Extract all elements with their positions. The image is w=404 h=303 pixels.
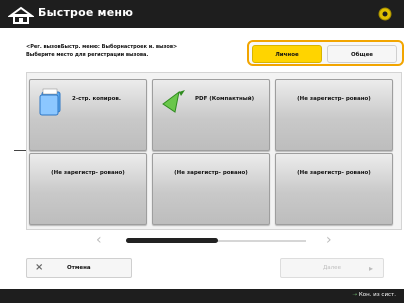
tile-label: (Не зарегистр- ровано) [174, 170, 248, 176]
tile-label: (Не зарегистр- ровано) [297, 96, 371, 102]
tile-label: PDF (Компактный) [195, 96, 255, 102]
tiles-panel: 2-стр. копиров. PDF (Компактный) (Не зар… [26, 72, 402, 230]
tile-label: 2-стр. копиров. [72, 96, 121, 102]
instruction-line-1: <Рег. вызовБыстр. меню: Выборнастроек и.… [26, 44, 178, 50]
tile-copy-2sided[interactable]: 2-стр. копиров. [29, 79, 147, 151]
gear-icon[interactable] [376, 5, 394, 23]
quick-menu-screen: Быстрое меню <Рег. вызовБыстр. меню: Выб… [0, 0, 404, 303]
status-text: Кон. из сист. [358, 292, 396, 298]
next-button[interactable]: Далее ▸ [280, 258, 384, 278]
personal-shared-toggle: Личное Общее [247, 40, 404, 66]
page-thumb[interactable] [126, 238, 218, 243]
chevron-right-icon[interactable]: › [326, 232, 332, 248]
tile-not-registered[interactable]: (Не зарегистр- ровано) [275, 79, 393, 151]
cancel-label: Отмена [67, 265, 91, 271]
cancel-button[interactable]: × Отмена [26, 258, 132, 278]
tile-not-registered[interactable]: (Не зарегистр- ровано) [275, 153, 393, 225]
status-icon: ⇢ [352, 292, 358, 298]
tab-personal[interactable]: Личное [252, 45, 322, 63]
chevron-left-icon[interactable]: ‹ [96, 232, 102, 248]
footer-bar: ⇢ Кон. из сист. [0, 289, 404, 303]
tile-pdf-compact[interactable]: PDF (Компактный) [152, 79, 270, 151]
tile-not-registered[interactable]: (Не зарегистр- ровано) [152, 153, 270, 225]
tile-not-registered[interactable]: (Не зарегистр- ровано) [29, 153, 147, 225]
pointer-line [14, 150, 26, 151]
next-label: Далее [323, 265, 341, 271]
instruction-text: <Рег. вызовБыстр. меню: Выборнастроек и.… [26, 43, 241, 59]
chevron-right-icon: ▸ [368, 264, 373, 273]
tile-label: (Не зарегистр- ровано) [51, 170, 125, 176]
send-icon [159, 86, 189, 116]
close-icon: × [35, 262, 44, 273]
tile-label: (Не зарегистр- ровано) [297, 170, 371, 176]
home-icon[interactable] [6, 5, 36, 25]
header-bar: Быстрое меню [0, 0, 404, 28]
tab-shared[interactable]: Общее [327, 45, 397, 63]
status-indicator: ⇢ Кон. из сист. [352, 292, 396, 298]
page-title: Быстрое меню [38, 6, 134, 19]
copy-icon [36, 86, 66, 116]
instruction-line-2: Выберите место для регистрации вызова. [26, 52, 149, 58]
pager: ‹ › [26, 230, 402, 252]
